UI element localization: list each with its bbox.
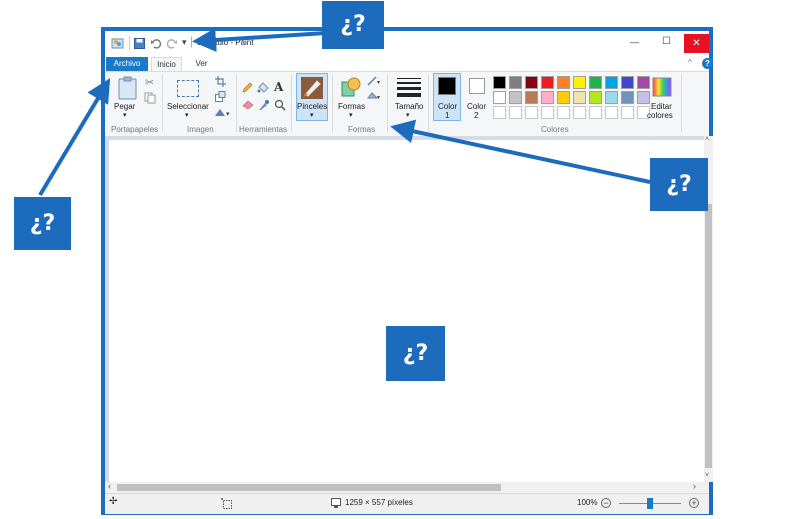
arrow-to-title [192,28,327,52]
callout-ribbon: ¿? [650,158,708,211]
callout-archivo: ¿? [14,197,71,250]
arrow-to-archivo [38,78,111,197]
callout-canvas: ¿? [386,326,445,381]
callout-title: ¿? [322,1,384,49]
annotation-arrows [38,28,651,197]
arrow-to-ribbon [390,119,651,184]
